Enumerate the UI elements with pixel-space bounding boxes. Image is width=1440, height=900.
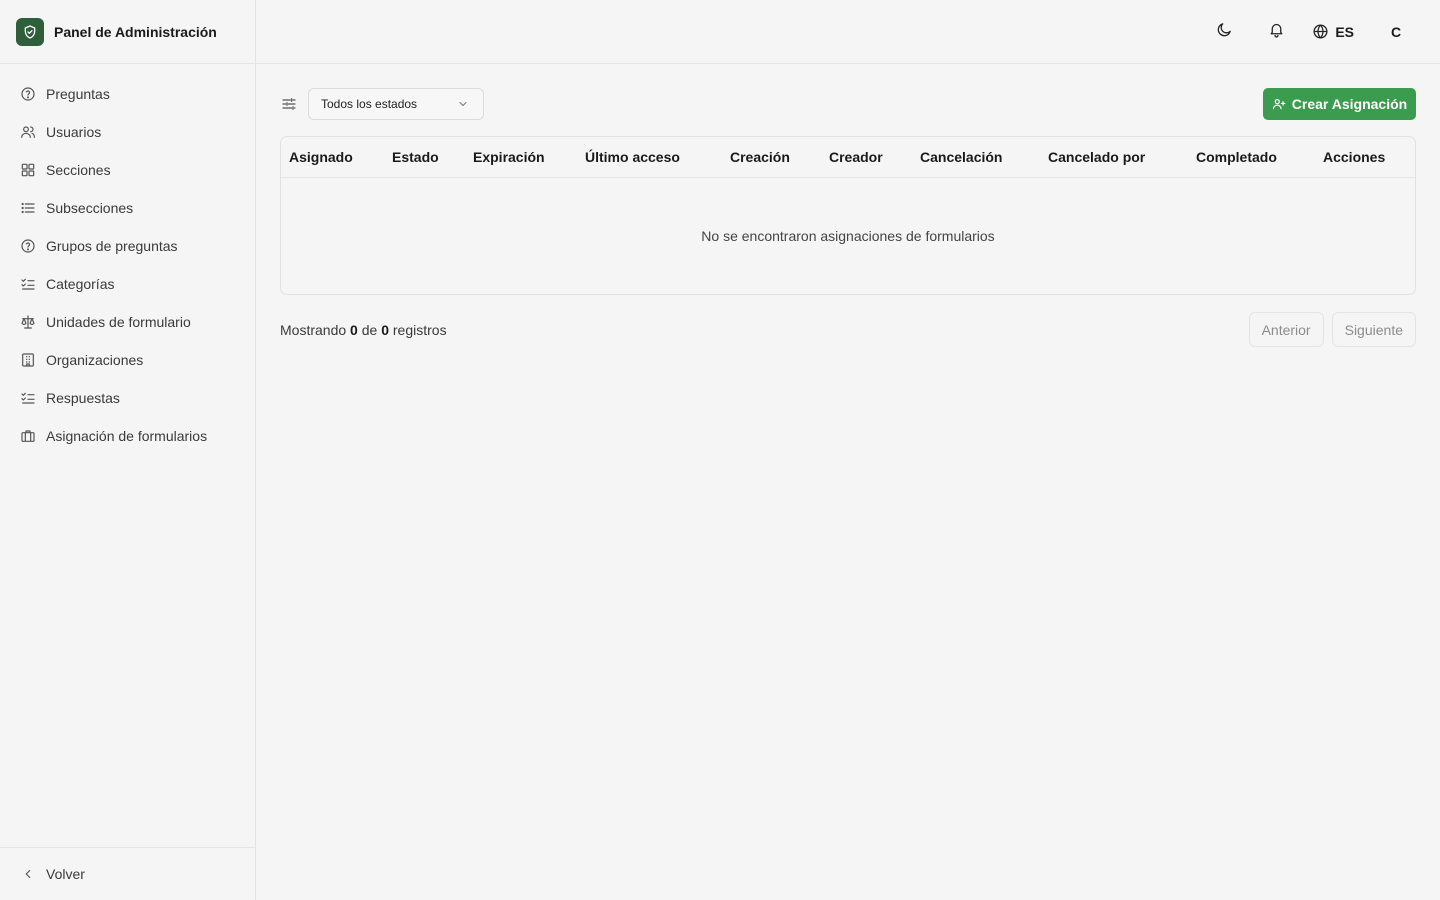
chevron-left-icon [20,866,36,882]
avatar-initial: C [1390,23,1402,40]
toolbar: Todos los estados Crear Asignación [280,88,1416,120]
moon-icon [1216,21,1233,43]
help-circle-icon [20,238,36,254]
help-circle-icon [20,86,36,102]
list-checks-icon [20,276,36,292]
column-header-acciones: Acciones [1323,149,1386,165]
top-bar: ES C [256,0,1440,64]
theme-toggle-button[interactable] [1208,16,1240,48]
sidebar-item-secciones[interactable]: Secciones [0,151,255,189]
empty-state-message: No se encontraron asignaciones de formul… [701,228,995,244]
globe-icon [1312,23,1335,40]
pagination: Mostrando 0 de 0 registros Anterior Sigu… [280,312,1416,347]
sidebar-item-label: Usuarios [46,124,102,140]
next-page-button[interactable]: Siguiente [1331,312,1416,347]
sidebar-item-usuarios[interactable]: Usuarios [0,113,255,151]
scale-icon [20,314,36,330]
building-icon [20,352,36,368]
grid-icon [20,162,36,178]
brand: Panel de Administración [0,0,255,64]
chevron-down-icon [457,98,469,110]
column-header-creador[interactable]: Creador [829,149,883,165]
table-header: Asignado Estado Expiración Último acceso… [281,137,1415,178]
column-header-cancelacion[interactable]: Cancelación [920,149,1002,165]
sidebar-item-label: Asignación de formularios [46,428,208,444]
column-header-expiracion[interactable]: Expiración [473,149,545,165]
sidebar-item-label: Preguntas [46,86,110,102]
pagination-suffix: registros [392,321,447,338]
notifications-button[interactable] [1260,16,1292,48]
sidebar-item-grupos-de-preguntas[interactable]: Grupos de preguntas [0,227,255,265]
sidebar-item-asignacion-de-formularios[interactable]: Asignación de formularios [0,417,255,455]
list-checks-icon [20,390,36,406]
create-assignment-button[interactable]: Crear Asignación [1263,88,1416,120]
sidebar: Panel de Administración Preguntas Usuari… [0,0,256,900]
sidebar-item-subsecciones[interactable]: Subsecciones [0,189,255,227]
sidebar-nav: Preguntas Usuarios Secciones Subseccione… [0,64,255,455]
column-header-creacion[interactable]: Creación [730,149,790,165]
sidebar-item-label: Organizaciones [46,352,144,368]
sidebar-item-label: Secciones [46,162,111,178]
shield-check-icon [16,17,44,46]
sidebar-item-label: Categorías [46,276,115,292]
user-plus-icon [1272,97,1292,111]
pagination-prefix: Mostrando [280,321,347,338]
create-assignment-label: Crear Asignación [1291,96,1408,112]
column-header-asignado[interactable]: Asignado [289,149,353,165]
app-title: Panel de Administración [54,23,217,40]
sidebar-item-preguntas[interactable]: Preguntas [0,75,255,113]
sidebar-item-organizaciones[interactable]: Organizaciones [0,341,255,379]
sidebar-item-unidades-de-formulario[interactable]: Unidades de formulario [0,303,255,341]
column-header-ultimo-acceso[interactable]: Último acceso [585,149,680,165]
language-code: ES [1335,23,1354,40]
sidebar-item-label: Grupos de preguntas [46,238,178,254]
column-header-completado[interactable]: Completado [1196,149,1277,165]
pagination-shown-count: 0 [350,321,358,338]
column-header-estado[interactable]: Estado [392,149,439,165]
status-filter-value: Todos los estados [321,97,418,111]
sidebar-item-label: Subsecciones [46,200,134,216]
previous-page-button[interactable]: Anterior [1248,312,1324,347]
sidebar-item-label: Unidades de formulario [46,314,191,330]
avatar[interactable]: C [1380,16,1412,48]
language-selector[interactable]: ES [1312,16,1354,48]
back-button[interactable]: Volver [0,847,255,900]
main-content: Todos los estados Crear Asignación Asign… [280,88,1416,347]
back-label: Volver [46,866,85,882]
pagination-summary: Mostrando 0 de 0 registros [280,322,447,338]
briefcase-icon [20,428,36,444]
assignments-table: Asignado Estado Expiración Último acceso… [280,136,1416,295]
sidebar-item-categorias[interactable]: Categorías [0,265,255,303]
bell-icon [1268,21,1285,43]
column-header-cancelado-por[interactable]: Cancelado por [1048,149,1145,165]
users-icon [20,124,36,140]
sliders-icon[interactable] [280,95,298,113]
list-icon [20,200,36,216]
sidebar-item-respuestas[interactable]: Respuestas [0,379,255,417]
pagination-total-count: 0 [381,321,389,338]
pagination-middle: de [361,321,378,338]
status-filter-select[interactable]: Todos los estados [308,88,484,120]
sidebar-item-label: Respuestas [46,390,120,406]
